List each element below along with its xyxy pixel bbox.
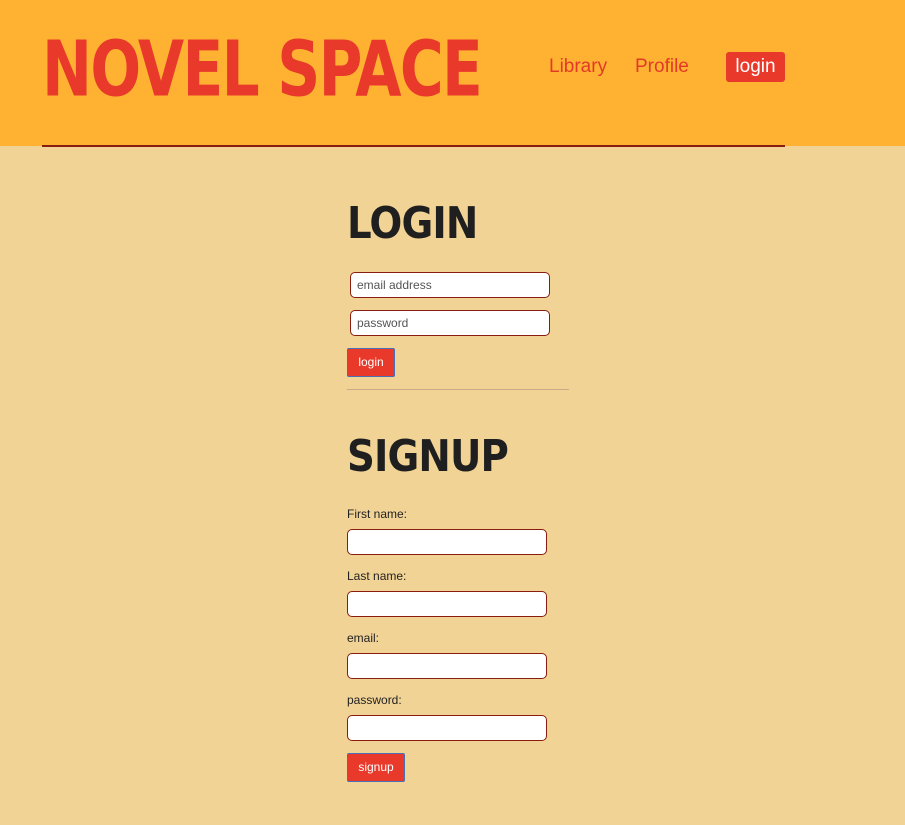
site-logo[interactable]: NOVEL SPACE bbox=[42, 14, 483, 124]
first-name-input[interactable] bbox=[347, 529, 547, 555]
signup-heading: SIGNUP bbox=[347, 431, 509, 482]
nav-library-link[interactable]: Library bbox=[549, 56, 607, 78]
last-name-input[interactable] bbox=[347, 591, 547, 617]
signup-password-input[interactable] bbox=[347, 715, 547, 741]
header-divider bbox=[42, 145, 785, 147]
signup-email-label: email: bbox=[347, 631, 380, 645]
first-name-label: First name: bbox=[347, 507, 408, 521]
signup-email-input[interactable] bbox=[347, 653, 547, 679]
signup-submit-button[interactable]: signup bbox=[347, 753, 405, 782]
login-submit-button[interactable]: login bbox=[347, 348, 395, 377]
signup-password-label: password: bbox=[347, 693, 402, 707]
login-heading: LOGIN bbox=[347, 198, 478, 249]
login-password-input[interactable] bbox=[350, 310, 550, 336]
nav-profile-link[interactable]: Profile bbox=[635, 56, 689, 78]
last-name-label: Last name: bbox=[347, 569, 407, 583]
nav-login-button[interactable]: login bbox=[726, 52, 785, 82]
section-divider bbox=[347, 389, 569, 390]
login-email-input[interactable] bbox=[350, 272, 550, 298]
